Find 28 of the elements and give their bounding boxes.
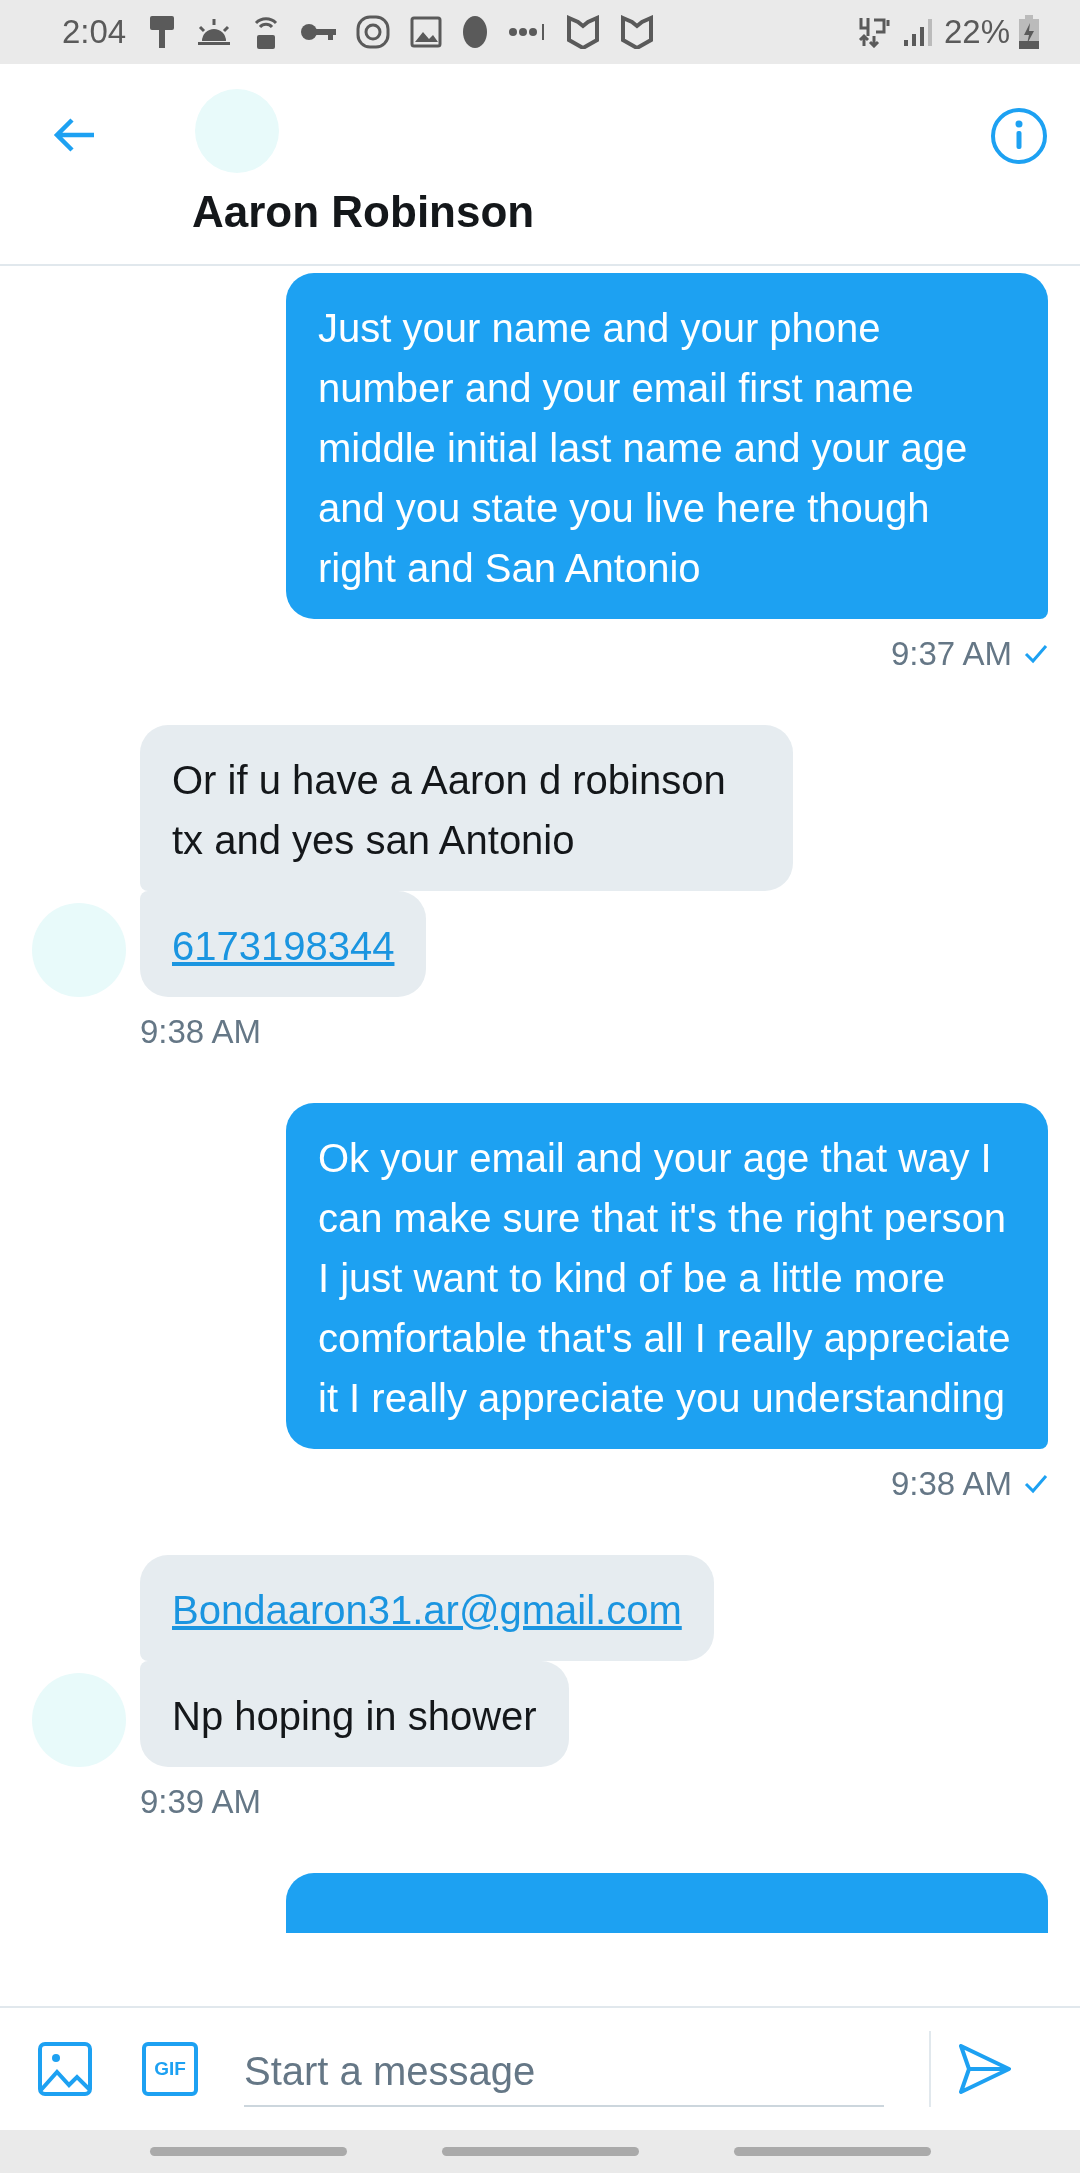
battery-percentage: 22% [943, 13, 1010, 51]
oval-icon [462, 15, 489, 49]
message-link[interactable]: Bondaaron31.ar@gmail.com [172, 1588, 682, 1632]
message-text: Or if u have a Aaron d robinson tx and yes san Antonio [172, 758, 726, 862]
sunrise-icon [196, 17, 233, 47]
gif-button[interactable]: GIF [142, 2042, 198, 2096]
message-text: Np hoping in shower [172, 1694, 537, 1738]
image-button[interactable] [38, 2042, 92, 2096]
message-time: 9:38 AM [890, 1465, 1012, 1503]
shield-icon [620, 15, 655, 49]
message-link[interactable]: 6173198344 [172, 924, 395, 968]
shield-icon [566, 15, 601, 49]
more-dots-icon [508, 22, 547, 42]
nav-bar-handle[interactable] [733, 2147, 931, 2156]
battery-charging-icon [1018, 14, 1040, 50]
message-time: 9:37 AM [890, 635, 1012, 673]
send-button[interactable] [957, 2042, 1011, 2096]
key-icon [300, 22, 337, 42]
message-time: 9:39 AM [140, 1783, 262, 1821]
message-text: Just your name and your phone number and your email first name middle initial last name and your age and you state you live here though right and San Antonio [318, 306, 968, 590]
clock: 2:04 [62, 13, 127, 51]
info-button[interactable] [990, 107, 1048, 165]
nav-bar-handle[interactable] [441, 2147, 639, 2156]
contact-name: Aaron Robinson [192, 187, 535, 237]
nav-bar-handle[interactable] [149, 2147, 347, 2156]
message-text: Ok your email and your age that way I can make sure that it's the right person I just want to kind of be a little more comfortable that's all I really appreciate it I really appreciate you understanding [318, 1136, 1011, 1420]
message-time: 9:38 AM [140, 1013, 262, 1051]
image-icon [410, 16, 443, 48]
